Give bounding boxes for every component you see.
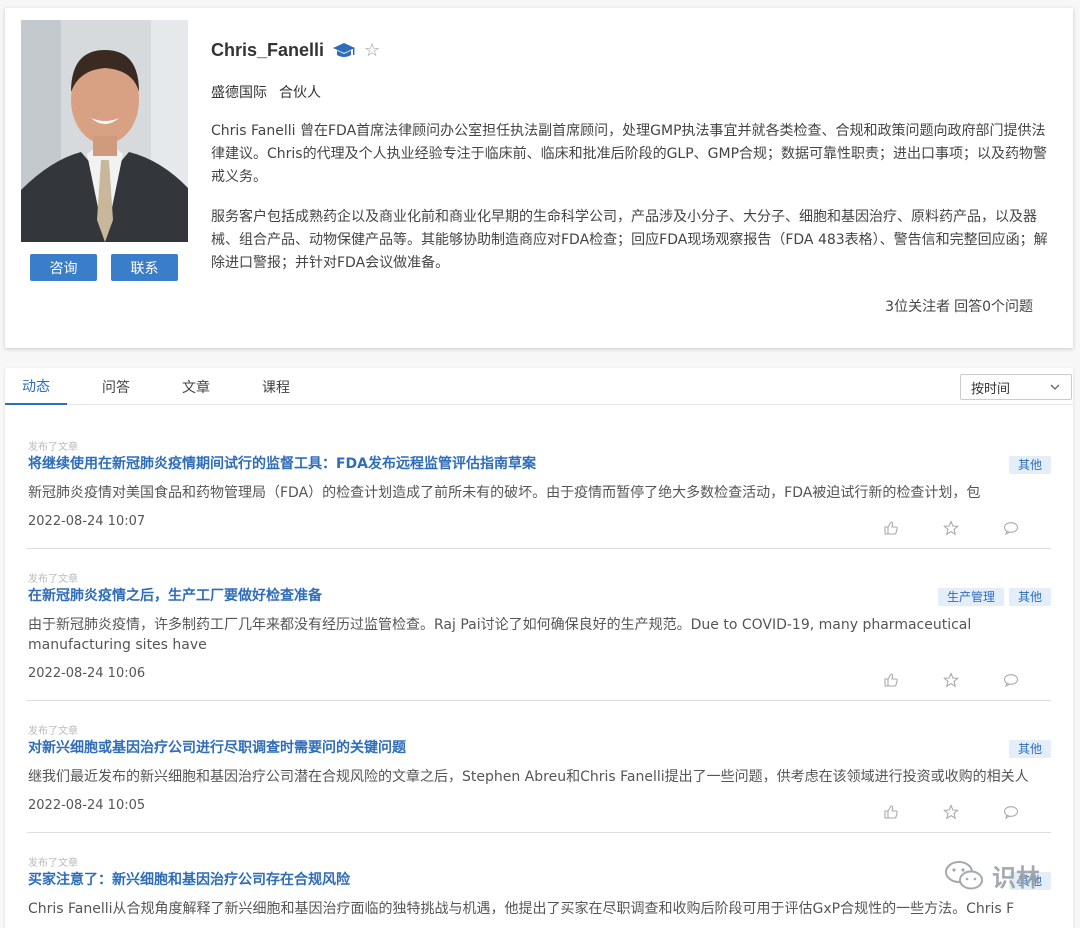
- sort-value: 按时间: [971, 381, 1011, 397]
- item-actions: [883, 520, 1019, 536]
- profile-stats: 3位关注者 回答0个问题: [885, 296, 1033, 316]
- comment-icon[interactable]: [1003, 520, 1019, 536]
- profile-card: 咨询 联系 Chris_Fanelli ☆ 盛德国际 合伙人 Chris Fane…: [5, 8, 1073, 348]
- org-line: 盛德国际 合伙人: [211, 82, 321, 102]
- item-kind: 发布了文章: [28, 858, 78, 869]
- tag[interactable]: 生产管理: [937, 588, 1004, 606]
- comment-icon[interactable]: [1003, 804, 1019, 820]
- item-excerpt: 由于新冠肺炎疫情，许多制药工厂几年来都没有经历过监管检查。Raj Pai讨论了如…: [28, 617, 972, 653]
- item-excerpt: Chris Fanelli从合规角度解释了新兴细胞和基因治疗面临的独特挑战与机遇…: [28, 901, 1015, 917]
- follow-star-icon[interactable]: ☆: [364, 41, 380, 60]
- tab-courses[interactable]: 课程: [245, 368, 307, 405]
- item-kind: 发布了文章: [28, 574, 78, 585]
- watermark: 识林: [944, 858, 1040, 893]
- item-tags: 生产管理 其他: [937, 588, 1051, 606]
- bio-paragraph: Chris Fanelli 曾在FDA首席法律顾问办公室担任执法副首席顾问，处理…: [211, 123, 1048, 185]
- followers-count[interactable]: 3位关注者: [885, 299, 950, 315]
- watermark-text: 识林: [992, 864, 1040, 892]
- item-kind: 发布了文章: [28, 442, 78, 453]
- item-title[interactable]: 在新冠肺炎疫情之后，生产工厂要做好检查准备: [28, 585, 322, 605]
- organization: 盛德国际: [211, 85, 267, 101]
- wechat-icon: [945, 860, 983, 889]
- item-tags: 其他: [1008, 456, 1051, 474]
- sort-select[interactable]: 按时间: [960, 374, 1072, 400]
- bio-paragraph: 服务客户包括成熟药企以及商业化前和商业化早期的生命科学公司，产品涉及小分子、大分…: [211, 209, 1048, 271]
- star-icon[interactable]: [943, 804, 959, 820]
- tab-articles[interactable]: 文章: [165, 368, 227, 405]
- tag[interactable]: 其他: [1008, 456, 1051, 474]
- answers-count[interactable]: 回答0个问题: [954, 299, 1033, 315]
- item-title[interactable]: 将继续使用在新冠肺炎疫情期间试行的监督工具：FDA发布远程监管评估指南草案: [28, 453, 536, 473]
- profile-name: Chris_Fanelli: [211, 40, 325, 60]
- item-tags: 其他: [1008, 740, 1051, 758]
- profile-actions: 咨询 联系: [30, 254, 178, 281]
- feed-card: 动态 问答 文章 课程 按时间 发布了文章 将继续使用在新冠肺炎疫情期间试行的监…: [5, 368, 1073, 928]
- feed-item: 发布了文章 买家注意了：新兴细胞和基因治疗公司存在合规风险 其他 Chris F…: [27, 854, 1051, 928]
- feed-item: 发布了文章 对新兴细胞或基因治疗公司进行尽职调查时需要问的关键问题 其他 继我们…: [27, 722, 1051, 833]
- item-date: 2022-08-24 10:07: [28, 514, 146, 529]
- consult-button[interactable]: 咨询: [30, 254, 97, 281]
- item-excerpt: 继我们最近发布的新兴细胞和基因治疗公司潜在合规风险的文章之后，Stephen A…: [28, 769, 1029, 785]
- item-date: 2022-08-24 10:06: [28, 666, 146, 681]
- feed-item: 发布了文章 在新冠肺炎疫情之后，生产工厂要做好检查准备 生产管理 其他 由于新冠…: [27, 570, 1051, 701]
- tag[interactable]: 其他: [1008, 740, 1051, 758]
- tag[interactable]: 其他: [1008, 588, 1051, 606]
- item-title[interactable]: 买家注意了：新兴细胞和基因治疗公司存在合规风险: [28, 869, 350, 889]
- item-date: 2022-08-24 10:05: [28, 798, 146, 813]
- like-icon[interactable]: [883, 804, 899, 820]
- item-excerpt: 新冠肺炎疫情对美国食品和药物管理局（FDA）的检查计划造成了前所未有的破坏。由于…: [28, 485, 981, 501]
- item-kind: 发布了文章: [28, 726, 78, 737]
- like-icon[interactable]: [883, 520, 899, 536]
- feed-tabs: 动态 问答 文章 课程 按时间: [5, 368, 1073, 405]
- star-icon[interactable]: [943, 520, 959, 536]
- like-icon[interactable]: [883, 672, 899, 688]
- profile-photo: [21, 20, 188, 242]
- item-actions: [883, 804, 1019, 820]
- tab-activity[interactable]: 动态: [5, 368, 67, 405]
- tab-qa[interactable]: 问答: [85, 368, 147, 405]
- contact-button[interactable]: 联系: [111, 254, 178, 281]
- item-title[interactable]: 对新兴细胞或基因治疗公司进行尽职调查时需要问的关键问题: [28, 737, 406, 757]
- role: 合伙人: [279, 85, 321, 101]
- name-row: Chris_Fanelli ☆: [211, 40, 380, 61]
- item-actions: [883, 672, 1019, 688]
- comment-icon[interactable]: [1003, 672, 1019, 688]
- feed-item: 发布了文章 将继续使用在新冠肺炎疫情期间试行的监督工具：FDA发布远程监管评估指…: [27, 438, 1051, 549]
- graduation-cap-icon: [333, 42, 356, 57]
- profile-bio: Chris Fanelli 曾在FDA首席法律顾问办公室担任执法副首席顾问，处理…: [211, 120, 1057, 275]
- star-icon[interactable]: [943, 672, 959, 688]
- chevron-down-icon: [1050, 384, 1060, 390]
